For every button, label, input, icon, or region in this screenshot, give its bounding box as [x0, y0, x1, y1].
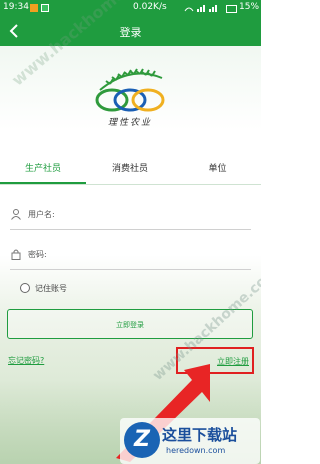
tab-organization[interactable]: 单位 [174, 158, 261, 184]
status-time: 19:34 [3, 2, 29, 12]
login-screen: 19:34 0.02K/s 15% 登录 www.hackhome.com 理性… [0, 0, 261, 464]
tab-production-member[interactable]: 生产社员 [0, 158, 86, 184]
site-badge: Z 这里下载站 heredown.com [120, 418, 260, 464]
password-field: 密码: [0, 240, 261, 270]
app-notification-icon [41, 4, 49, 12]
notification-icon [30, 4, 38, 12]
battery-icon [226, 5, 237, 13]
remember-label: 记住账号 [35, 284, 67, 293]
site-name: 这里下载站 [162, 426, 238, 444]
signal-icon [184, 5, 217, 12]
site-domain: heredown.com [166, 446, 226, 455]
username-underline [10, 229, 251, 230]
user-icon [11, 209, 21, 220]
member-tabs: 生产社员 消费社员 单位 [0, 158, 261, 184]
username-label: 用户名: [28, 210, 55, 219]
tabs-divider [0, 184, 261, 185]
lock-icon [11, 249, 21, 260]
username-field: 用户名: [0, 200, 261, 230]
status-bar: 19:34 0.02K/s 15% [0, 0, 261, 16]
network-speed: 0.02K/s [133, 2, 167, 12]
battery-percent: 15% [239, 2, 260, 12]
page-title: 登录 [119, 26, 142, 39]
username-input[interactable] [66, 204, 255, 226]
logo-text: 理性农业 [107, 118, 152, 128]
forgot-password-link[interactable]: 忘记密码? [8, 355, 44, 366]
password-label: 密码: [28, 250, 47, 259]
register-link[interactable]: 立即注册 [217, 356, 249, 367]
password-underline [10, 269, 251, 270]
radio-icon[interactable] [20, 283, 30, 293]
password-input[interactable] [66, 244, 255, 266]
tab-consumer-member[interactable]: 消费社员 [86, 158, 174, 184]
site-logo-letter: Z [134, 427, 150, 452]
app-header: 登录 [0, 16, 261, 46]
